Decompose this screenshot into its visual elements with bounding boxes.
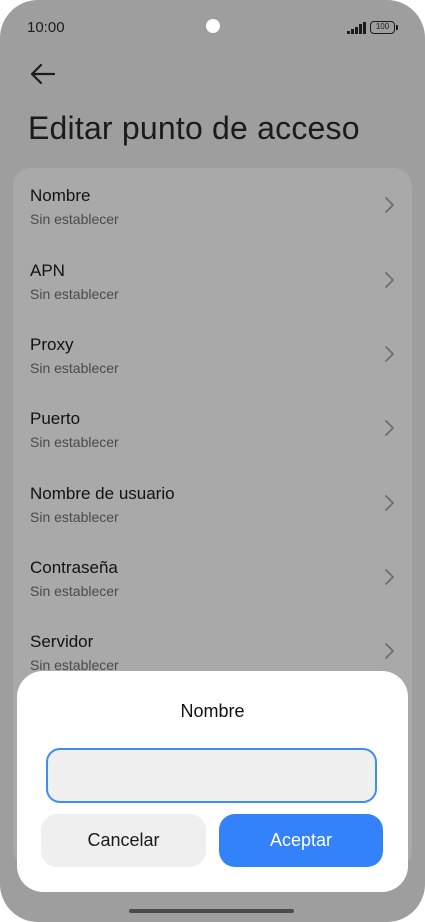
chevron-right-icon: [385, 272, 394, 288]
settings-item-contrasena[interactable]: Contraseña Sin establecer: [13, 540, 412, 614]
settings-item-value: Sin establecer: [30, 509, 119, 525]
settings-item-label: Puerto: [30, 409, 81, 428]
cancel-button[interactable]: Cancelar: [41, 814, 206, 867]
page-title: Editar punto de acceso: [28, 110, 360, 146]
arrow-left-icon[interactable]: [26, 58, 60, 90]
status-time: 10:00: [27, 19, 65, 36]
settings-item-value: Sin establecer: [30, 286, 119, 302]
camera-cutout: [206, 19, 220, 33]
settings-item-value: Sin establecer: [30, 583, 119, 599]
chevron-right-icon: [385, 346, 394, 362]
signal-icon: [347, 22, 366, 34]
name-dialog: Nombre Cancelar Aceptar: [17, 671, 408, 892]
chevron-right-icon: [385, 643, 394, 659]
settings-item-value: Sin establecer: [30, 434, 119, 450]
settings-item-label: Proxy: [30, 335, 74, 354]
dialog-title: Nombre: [180, 701, 245, 721]
accept-button[interactable]: Aceptar: [219, 814, 383, 867]
phone-screen: 10:00 100 Editar punto de acceso Nombre …: [0, 0, 425, 922]
chevron-right-icon: [385, 197, 394, 213]
settings-item-nombre-de-usuario[interactable]: Nombre de usuario Sin establecer: [13, 466, 412, 540]
battery-tip: [396, 25, 398, 30]
battery-icon: 100: [370, 21, 395, 34]
chevron-right-icon: [385, 420, 394, 436]
settings-item-value: Sin establecer: [30, 360, 119, 376]
settings-item-value: Sin establecer: [30, 211, 119, 227]
settings-item-label: Nombre: [30, 186, 91, 205]
settings-item-label: APN: [30, 261, 65, 280]
status-bar: 10:00 100: [0, 0, 425, 58]
settings-item-label: Nombre de usuario: [30, 484, 175, 503]
settings-item-label: Servidor: [30, 632, 94, 651]
settings-item-nombre[interactable]: Nombre Sin establecer: [13, 168, 412, 242]
chevron-right-icon: [385, 569, 394, 585]
name-input[interactable]: [46, 748, 377, 803]
settings-item-proxy[interactable]: Proxy Sin establecer: [13, 317, 412, 391]
settings-item-apn[interactable]: APN Sin establecer: [13, 243, 412, 317]
settings-item-puerto[interactable]: Puerto Sin establecer: [13, 391, 412, 465]
settings-item-label: Contraseña: [30, 558, 118, 577]
home-indicator[interactable]: [129, 909, 294, 913]
chevron-right-icon: [385, 495, 394, 511]
